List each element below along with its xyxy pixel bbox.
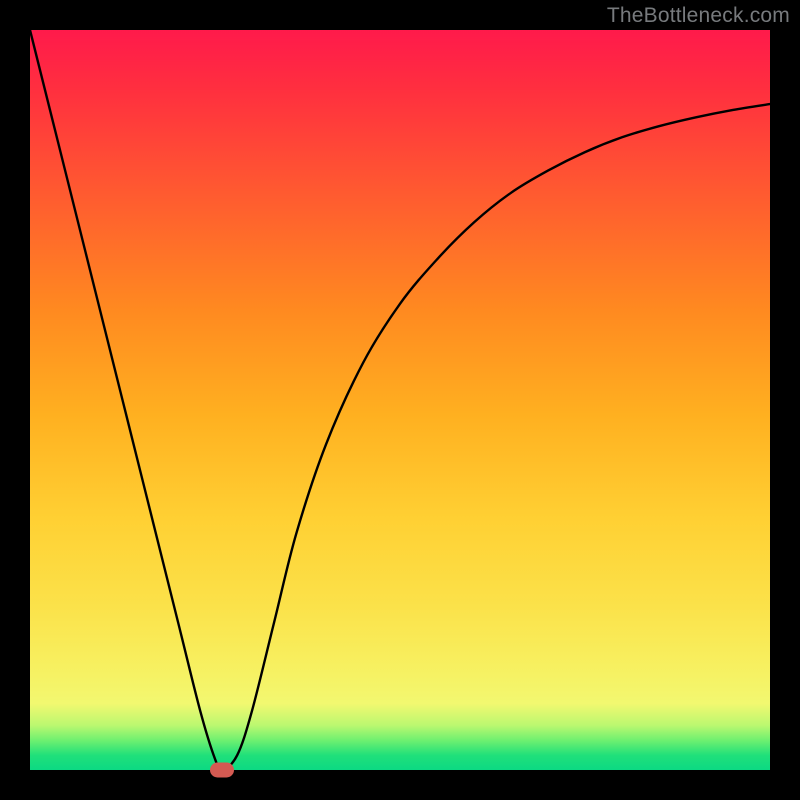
curve-svg [30, 30, 770, 770]
watermark-text: TheBottleneck.com [607, 4, 790, 28]
min-point-marker [210, 763, 234, 778]
bottleneck-curve [30, 30, 770, 770]
chart-frame: TheBottleneck.com [0, 0, 800, 800]
plot-area [30, 30, 770, 770]
